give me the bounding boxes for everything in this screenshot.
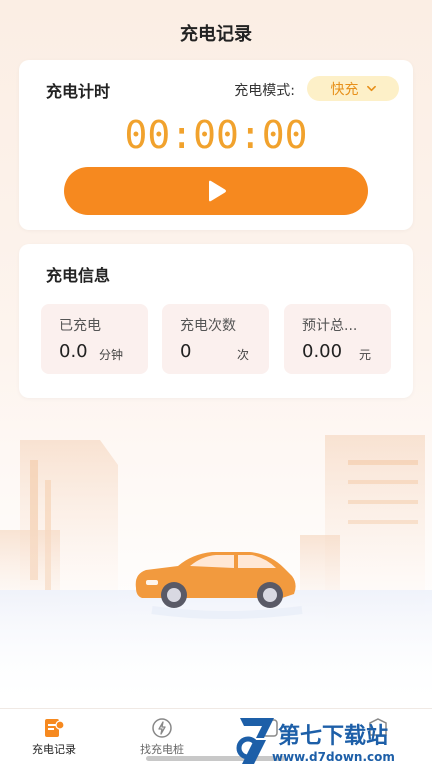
stat-unit: 元 [359,348,372,362]
stat-estimated-total: 预计总... 0.00 元 [284,304,391,374]
record-icon [45,719,65,737]
stat-value: 0.00 [302,341,343,362]
stat-label: 充电次数 [180,318,236,334]
watermark: 第七下载站 www.d7down.com [232,712,432,768]
charging-info-card: 充电信息 已充电 0.0 分钟 充电次数 0 次 预计总... 0.00 元 [19,244,413,398]
info-card-title: 充电信息 [46,266,111,285]
chevron-down-icon [366,85,376,92]
stat-label: 已充电 [59,318,101,334]
tab-label: 找充电桩 [140,743,184,756]
play-icon [209,180,226,202]
stat-charge-count: 充电次数 0 次 [162,304,269,374]
watermark-url: www.d7down.com [272,750,395,764]
tab-charging-record[interactable]: 充电记录 [9,713,99,763]
charging-timer-card: 充电计时 充电模式: 快充 00:00:00 [19,60,413,230]
charger-icon [152,718,172,738]
stat-label: 预计总... [302,318,358,334]
start-charging-button[interactable] [64,167,368,215]
timer-card-title: 充电计时 [46,82,111,101]
city-car-illustration [0,435,432,710]
charge-mode-label: 充电模式: [234,83,295,99]
stat-charged-time: 已充电 0.0 分钟 [41,304,148,374]
stat-unit: 次 [237,348,250,362]
stat-value: 0.0 [59,341,88,362]
charge-mode-value: 快充 [330,81,359,98]
timer-display: 00:00:00 [124,113,308,157]
stat-value: 0 [180,341,192,362]
watermark-brand: 第七下载站 [278,724,389,749]
page-title: 充电记录 [180,24,252,45]
tab-label: 充电记录 [32,743,76,756]
stat-unit: 分钟 [99,348,124,362]
charge-mode-select[interactable]: 快充 [307,76,399,101]
